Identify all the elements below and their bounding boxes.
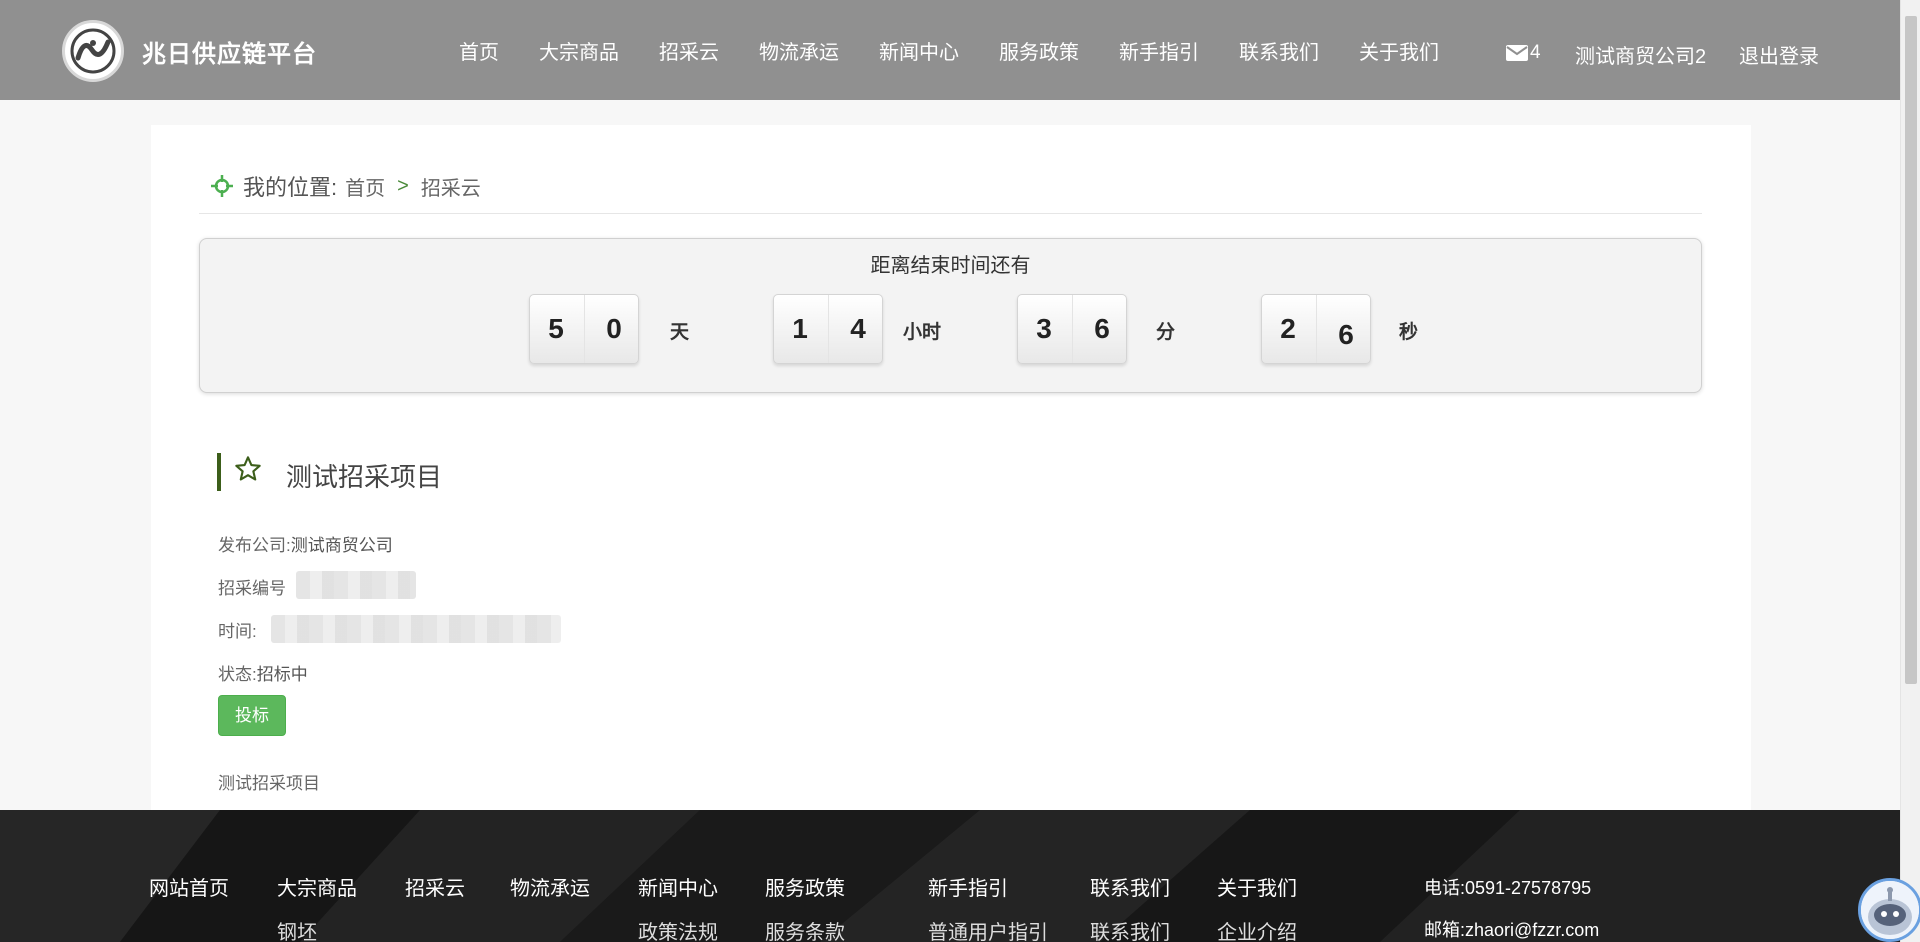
publisher-value: 测试商贸公司 <box>290 536 393 555</box>
mail-count: 4 <box>1530 42 1541 63</box>
countdown-seconds-digit-1: 2 <box>1280 313 1296 344</box>
nav-commodities[interactable]: 大宗商品 <box>539 36 619 65</box>
site-footer: 网站首页 大宗商品 钢坯 招采云 物流承运 新闻中心 政策法规 服务政策 服务条… <box>0 810 1900 942</box>
time-label: 时间: <box>218 622 257 641</box>
countdown-hours-digit-1: 1 <box>792 313 808 344</box>
countdown-panel: 距离结束时间还有 5 0 天 1 4 小时 3 6 分 2 6 秒 <box>199 238 1702 393</box>
publisher-label: 发布公司: <box>218 536 291 555</box>
nav-procurement[interactable]: 招采云 <box>659 36 719 65</box>
scrollbar-thumb[interactable] <box>1905 16 1917 684</box>
page-scrollbar[interactable] <box>1900 0 1920 942</box>
footer-link-home[interactable]: 网站首页 <box>149 872 229 901</box>
time-row: 时间: <box>218 617 257 642</box>
star-icon <box>235 456 261 481</box>
nav-logistics[interactable]: 物流承运 <box>759 36 839 65</box>
footer-link-news[interactable]: 新闻中心 <box>638 872 718 901</box>
footer-link-guide[interactable]: 新手指引 <box>928 872 1008 901</box>
status-label: 状态: <box>218 665 257 684</box>
countdown-seconds-digit-2: 6 <box>1338 319 1354 350</box>
bid-button[interactable]: 投标 <box>218 695 286 736</box>
status-row: 状态:招标中 <box>218 660 308 685</box>
countdown-hours-unit: 小时 <box>903 322 942 343</box>
breadcrumb-divider <box>199 213 1702 214</box>
countdown-seconds-box: 2 6 <box>1261 294 1371 364</box>
countdown-days-digit-2: 0 <box>606 313 622 344</box>
title-accent-bar <box>217 453 221 491</box>
footer-link-terms[interactable]: 服务条款 <box>765 916 845 942</box>
countdown-minutes-box: 3 6 <box>1017 294 1127 364</box>
code-label: 招采编号 <box>218 579 286 598</box>
footer-link-contact[interactable]: 联系我们 <box>1090 872 1170 901</box>
countdown-minutes-digit-1: 3 <box>1036 313 1052 344</box>
status-value: 招标中 <box>256 665 308 684</box>
nav-news[interactable]: 新闻中心 <box>879 36 959 65</box>
footer-link-billet[interactable]: 钢坯 <box>277 916 317 942</box>
code-row: 招采编号 <box>218 574 286 599</box>
nav-about[interactable]: 关于我们 <box>1359 36 1439 65</box>
code-value-redacted <box>296 571 416 599</box>
top-header: 兆日供应链平台 首页 大宗商品 招采云 物流承运 新闻中心 服务政策 新手指引 … <box>0 0 1900 100</box>
footer-link-commodities[interactable]: 大宗商品 <box>277 872 357 901</box>
time-value-redacted <box>271 615 561 643</box>
footer-link-contact-us[interactable]: 联系我们 <box>1090 916 1170 942</box>
countdown-days-box: 5 0 <box>529 294 639 364</box>
breadcrumb-label: 我的位置: <box>243 175 338 200</box>
nav-contact[interactable]: 联系我们 <box>1239 36 1319 65</box>
footer-link-procurement[interactable]: 招采云 <box>405 872 465 901</box>
brand-logo[interactable] <box>62 20 124 82</box>
countdown-minutes-unit: 分 <box>1156 322 1176 343</box>
brand-name[interactable]: 兆日供应链平台 <box>142 34 317 69</box>
location-crosshair-icon <box>211 175 233 197</box>
nav-guide[interactable]: 新手指引 <box>1119 36 1199 65</box>
countdown-days-digit-1: 5 <box>548 313 564 344</box>
envelope-icon <box>1506 45 1528 61</box>
countdown-hours-box: 1 4 <box>773 294 883 364</box>
breadcrumb-home-link[interactable]: 首页 <box>345 172 385 201</box>
mail-link[interactable]: 4 <box>1506 42 1541 64</box>
breadcrumb: 我的位置: 首页 > 招采云 <box>211 170 481 202</box>
breadcrumb-current[interactable]: 招采云 <box>421 172 481 201</box>
countdown-hours-digit-2: 4 <box>850 313 866 344</box>
countdown-minutes-digit-2: 6 <box>1094 313 1110 344</box>
footer-link-service-policy[interactable]: 服务政策 <box>765 872 845 901</box>
countdown-seconds-unit: 秒 <box>1399 322 1419 343</box>
logout-link[interactable]: 退出登录 <box>1739 40 1819 69</box>
footer-link-logistics[interactable]: 物流承运 <box>510 872 590 901</box>
main-content: 我的位置: 首页 > 招采云 距离结束时间还有 5 0 天 1 4 小时 3 6… <box>151 125 1751 810</box>
nav-home[interactable]: 首页 <box>459 36 499 65</box>
chat-bot-button[interactable] <box>1858 878 1920 942</box>
footer-email: 邮箱:zhaori@fzzr.com <box>1424 920 1600 940</box>
footer-link-regulations[interactable]: 政策法规 <box>638 916 718 942</box>
footer-link-company-intro[interactable]: 企业介绍 <box>1217 916 1297 942</box>
countdown-title: 距离结束时间还有 <box>870 255 1031 277</box>
footer-phone: 电话:0591-27578795 <box>1424 878 1592 898</box>
project-description: 测试招采项目 <box>218 774 320 793</box>
publisher-row: 发布公司:测试商贸公司 <box>218 531 393 556</box>
breadcrumb-separator: > <box>397 174 409 197</box>
footer-link-about[interactable]: 关于我们 <box>1217 872 1297 901</box>
robot-icon <box>1861 881 1919 939</box>
countdown-days-unit: 天 <box>670 322 690 343</box>
company-name-link[interactable]: 测试商贸公司2 <box>1575 40 1706 69</box>
nav-service-policy[interactable]: 服务政策 <box>999 36 1079 65</box>
logo-icon <box>70 28 116 74</box>
project-title: 测试招采项目 <box>286 462 443 492</box>
footer-link-user-guide[interactable]: 普通用户指引 <box>928 916 1048 942</box>
